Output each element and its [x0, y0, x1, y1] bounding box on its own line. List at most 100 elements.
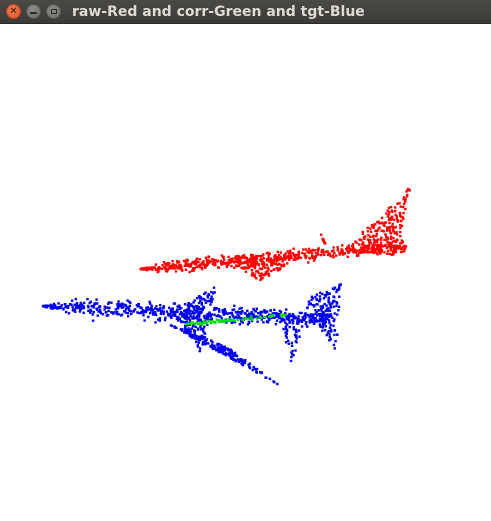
raw-point: [191, 269, 194, 272]
tgt-point: [246, 309, 249, 312]
tgt-point: [257, 311, 260, 315]
tgt-point: [183, 309, 186, 313]
tgt-point: [254, 310, 258, 313]
tgt-point: [203, 332, 207, 335]
tgt-point: [323, 302, 326, 306]
raw-point: [236, 254, 239, 258]
raw-point: [265, 252, 269, 255]
corr-point: [199, 322, 202, 325]
raw-point: [303, 253, 307, 256]
raw-point: [304, 248, 308, 251]
corr-point: [282, 313, 285, 317]
raw-point: [366, 244, 370, 248]
tgt-point: [268, 377, 272, 380]
tgt-point: [234, 311, 238, 314]
tgt-point: [225, 312, 228, 315]
raw-point: [388, 252, 392, 256]
tgt-point: [318, 324, 322, 327]
tgt-point: [276, 382, 279, 386]
tgt-point: [163, 318, 167, 322]
tgt-point: [237, 360, 240, 363]
title-bar[interactable]: ✕ raw-Red and corr-Green and tgt-Blue: [0, 0, 491, 24]
raw-point: [329, 255, 332, 258]
tgt-point: [185, 316, 189, 319]
tgt-point: [154, 311, 157, 314]
tgt-point: [210, 339, 213, 342]
raw-point: [231, 259, 234, 263]
tgt-point: [210, 290, 213, 294]
corr-point: [226, 319, 229, 323]
raw-point: [234, 264, 238, 267]
tgt-point: [295, 334, 298, 337]
raw-point: [270, 263, 273, 267]
tgt-point: [333, 312, 336, 315]
tgt-point: [228, 354, 231, 357]
tgt-point: [57, 302, 60, 305]
raw-point: [400, 219, 403, 222]
tgt-point: [311, 297, 314, 300]
raw-point: [403, 247, 407, 250]
tgt-point: [209, 303, 212, 306]
tgt-point: [334, 340, 337, 343]
tgt-point: [314, 309, 317, 312]
minimize-button[interactable]: [26, 4, 41, 19]
tgt-point: [311, 313, 314, 316]
tgt-point: [190, 303, 193, 306]
tgt-point: [290, 351, 293, 354]
tgt-point: [213, 291, 216, 294]
tgt-point: [304, 322, 308, 326]
raw-point: [276, 250, 279, 254]
tgt-point: [126, 312, 130, 315]
raw-point: [214, 263, 217, 267]
tgt-point: [91, 319, 95, 322]
tgt-point: [185, 320, 188, 323]
tgt-point: [164, 316, 167, 320]
raw-point: [366, 230, 370, 233]
raw-point: [368, 239, 371, 242]
tgt-point: [202, 329, 205, 333]
tgt-point: [199, 307, 203, 310]
tgt-point: [120, 302, 124, 305]
tgt-point: [327, 301, 330, 304]
tgt-point: [331, 301, 335, 304]
raw-point: [383, 244, 387, 247]
raw-point: [401, 216, 405, 219]
tgt-point: [282, 327, 285, 331]
tgt-point: [158, 308, 161, 311]
raw-point: [235, 260, 238, 263]
tgt-point: [202, 305, 205, 308]
close-button[interactable]: ✕: [6, 4, 21, 19]
raw-point: [399, 230, 402, 234]
tgt-point: [158, 319, 162, 322]
tgt-point: [173, 326, 176, 329]
point-cloud-canvas[interactable]: [0, 24, 491, 521]
raw-point: [392, 237, 395, 240]
tgt-point: [78, 310, 82, 313]
tgt-point: [223, 349, 226, 352]
tgt-point: [297, 329, 301, 332]
tgt-point: [201, 336, 205, 340]
corr-point: [189, 322, 193, 325]
raw-point: [389, 242, 392, 245]
tgt-point: [204, 340, 207, 343]
tgt-point: [212, 347, 215, 350]
tgt-point: [183, 303, 187, 306]
raw-point: [168, 262, 171, 265]
raw-point: [398, 212, 402, 215]
raw-point: [321, 237, 324, 240]
tgt-point: [155, 305, 158, 308]
tgt-point: [196, 344, 199, 347]
raw-point: [378, 226, 381, 229]
raw-point: [253, 256, 256, 259]
maximize-button[interactable]: [46, 4, 61, 19]
raw-point: [252, 259, 255, 263]
tgt-point: [154, 321, 157, 324]
raw-point: [198, 258, 202, 261]
tgt-point: [127, 306, 130, 309]
raw-point: [286, 262, 289, 265]
tgt-point: [221, 345, 224, 349]
raw-point: [396, 233, 399, 236]
raw-point: [250, 269, 254, 272]
tgt-point: [295, 330, 298, 333]
raw-point: [332, 256, 335, 259]
